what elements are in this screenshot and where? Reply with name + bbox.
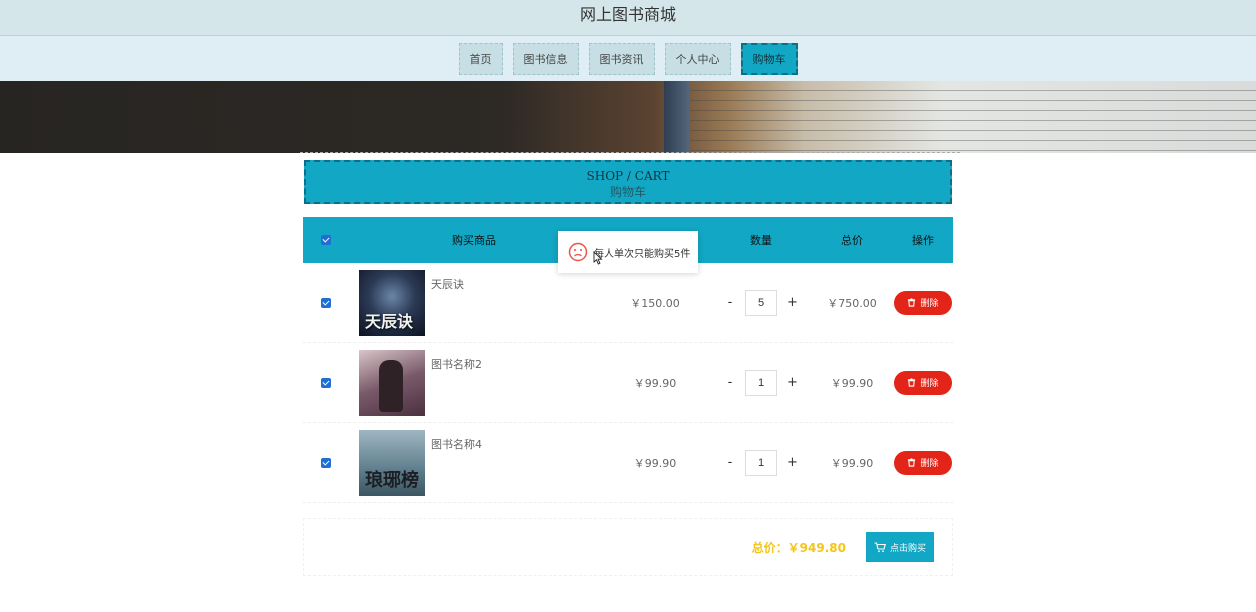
delete-button[interactable]: 删除 xyxy=(894,450,952,475)
delete-label: 删除 xyxy=(920,459,939,469)
goods-cell: 天辰诀 天辰诀 xyxy=(349,269,599,336)
row-checkbox[interactable] xyxy=(321,377,331,388)
row-checkbox[interactable] xyxy=(321,297,331,308)
header-op: 操作 xyxy=(912,234,934,247)
delete-button[interactable]: 删除 xyxy=(894,370,952,395)
checkout-button[interactable]: 点击购买 xyxy=(865,532,934,562)
checkout-label: 点击购买 xyxy=(889,543,926,554)
qty-plus-button[interactable]: + xyxy=(787,455,798,470)
qty-minus-button[interactable]: - xyxy=(725,455,735,470)
section-heading: SHOP / CART 购物车 xyxy=(304,160,952,204)
mouse-cursor-icon xyxy=(593,251,603,265)
book-cover-image[interactable]: 天辰诀 xyxy=(359,269,425,336)
unit-price: ￥150.00 xyxy=(630,296,680,310)
section-title-en: SHOP / CART xyxy=(586,169,670,183)
banner-image xyxy=(0,81,1256,153)
book-name[interactable]: 天辰诀 xyxy=(431,276,464,292)
main-nav: 首页 图书信息 图书资讯 个人中心 购物车 xyxy=(0,36,1256,81)
cover-figure xyxy=(379,359,403,412)
quantity-stepper: - + xyxy=(711,369,811,396)
cart-icon xyxy=(874,541,886,552)
cart-summary: 总价：￥949.80 点击购买 xyxy=(303,518,953,576)
grand-total: 总价：￥949.80 xyxy=(752,539,846,556)
row-total: ￥99.90 xyxy=(830,376,874,390)
book-name[interactable]: 图书名称4 xyxy=(431,436,482,452)
nav-user-center[interactable]: 个人中心 xyxy=(664,42,731,75)
qty-minus-button[interactable]: - xyxy=(725,375,735,390)
row-total: ￥750.00 xyxy=(827,296,877,310)
delete-button[interactable]: 删除 xyxy=(894,290,952,315)
nav-home[interactable]: 首页 xyxy=(458,42,503,75)
select-all-cell xyxy=(303,235,349,245)
site-header: 网上图书商城 xyxy=(0,0,1256,36)
goods-cell: 图书名称2 xyxy=(349,349,599,416)
select-all-checkbox[interactable] xyxy=(321,235,331,245)
book-name[interactable]: 图书名称2 xyxy=(431,356,482,372)
header-qty: 数量 xyxy=(750,234,772,247)
qty-input[interactable] xyxy=(745,369,777,396)
quantity-stepper: - + xyxy=(711,449,811,476)
nav-book-news[interactable]: 图书资讯 xyxy=(588,42,655,75)
section-title-zh: 购物车 xyxy=(609,185,646,199)
qty-input[interactable] xyxy=(745,449,777,476)
cover-title: 天辰诀 xyxy=(365,311,414,331)
delete-label: 删除 xyxy=(920,379,939,389)
unit-price: ￥99.90 xyxy=(633,376,677,390)
table-row: 琅琊榜 图书名称4 ￥99.90 - + ￥99.90 删除 xyxy=(303,423,953,503)
header-total: 总价 xyxy=(841,234,863,247)
book-cover-image[interactable]: 琅琊榜 xyxy=(359,429,425,496)
cover-title: 琅琊榜 xyxy=(365,469,419,491)
table-row: 图书名称2 ￥99.90 - + ￥99.90 删除 xyxy=(303,343,953,423)
toast-message: 每人单次只能购买5件 xyxy=(558,231,698,273)
qty-input[interactable] xyxy=(745,289,777,316)
table-row: 天辰诀 天辰诀 ￥150.00 - + ￥750.00 删除 xyxy=(303,263,953,343)
qty-plus-button[interactable]: + xyxy=(787,375,798,390)
banner-divider xyxy=(300,152,960,153)
total-value: ￥949.80 xyxy=(787,540,846,555)
banner-book-spine xyxy=(664,81,690,153)
row-total: ￥99.90 xyxy=(830,456,874,470)
total-label: 总价： xyxy=(751,540,788,555)
unit-price: ￥99.90 xyxy=(633,456,677,470)
toast-text: 每人单次只能购买5件 xyxy=(594,248,691,260)
nav-book-info[interactable]: 图书信息 xyxy=(512,42,579,75)
goods-cell: 琅琊榜 图书名称4 xyxy=(349,429,599,496)
qty-minus-button[interactable]: - xyxy=(725,295,735,310)
book-cover-image[interactable] xyxy=(359,349,425,416)
trash-icon xyxy=(908,298,916,307)
nav-cart[interactable]: 购物车 xyxy=(740,42,798,75)
trash-icon xyxy=(908,378,916,387)
qty-plus-button[interactable]: + xyxy=(787,295,798,310)
banner-sheet-music xyxy=(690,81,1256,153)
trash-icon xyxy=(908,458,916,467)
quantity-stepper: - + xyxy=(711,289,811,316)
sad-face-icon xyxy=(568,242,588,262)
delete-label: 删除 xyxy=(920,299,939,309)
row-checkbox[interactable] xyxy=(321,457,331,468)
site-title: 网上图书商城 xyxy=(579,5,676,24)
